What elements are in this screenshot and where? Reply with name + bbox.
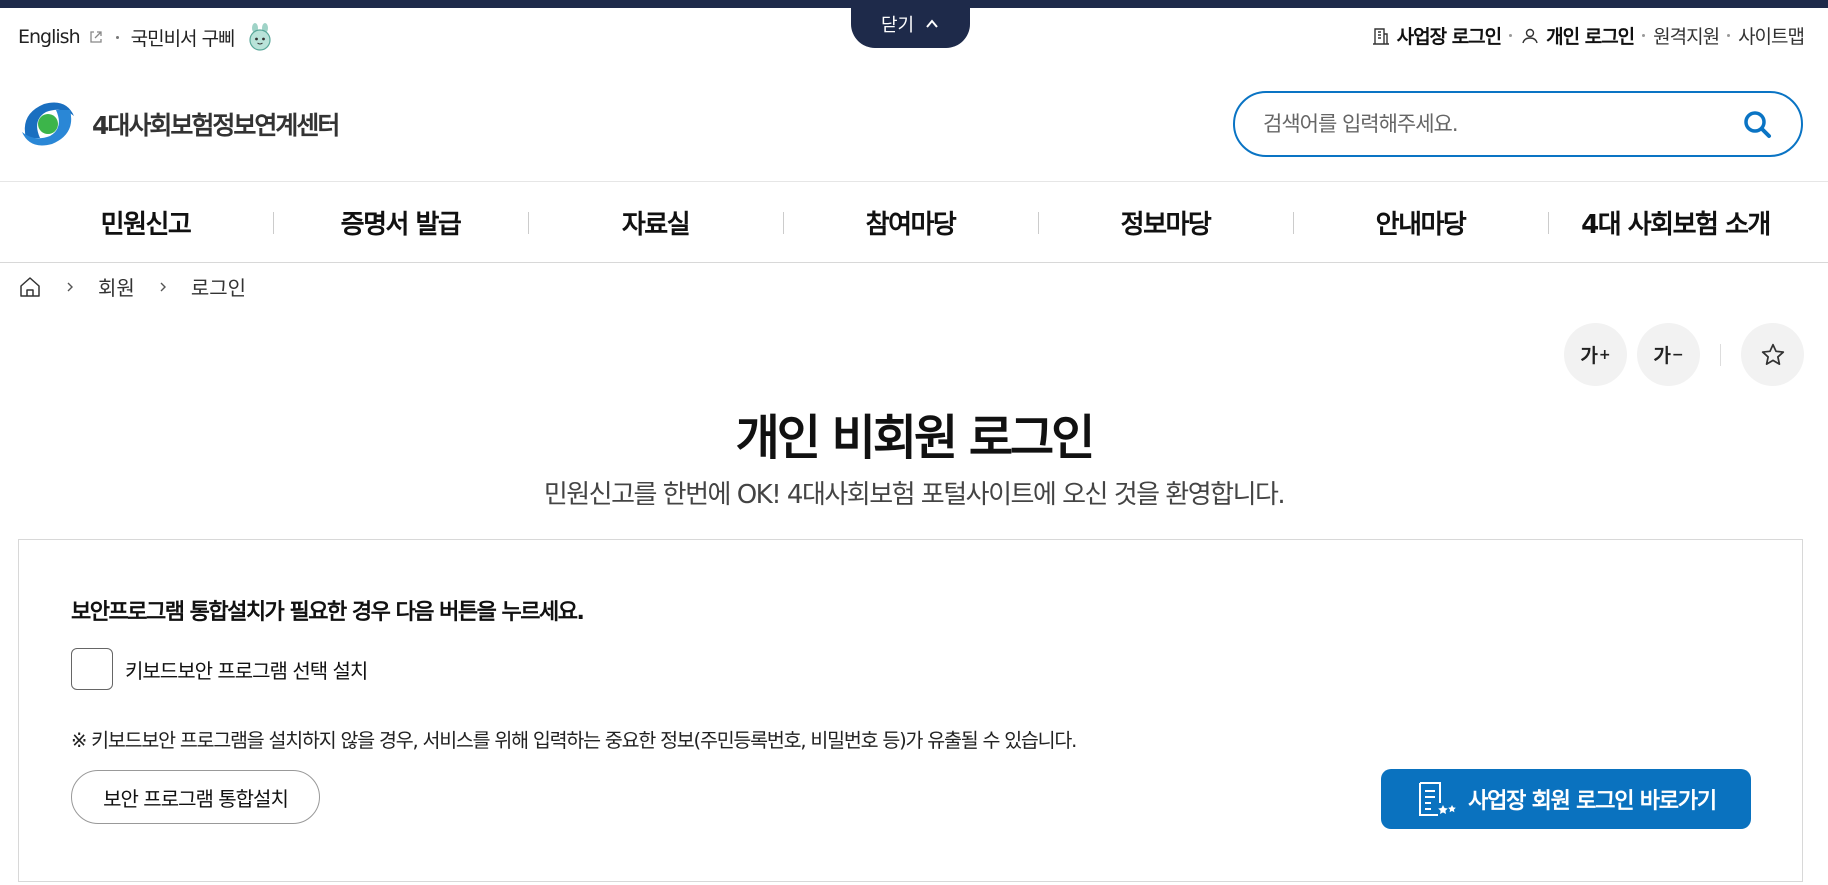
utility-right: 사업장 로그인 개인 로그인 원격지원 사이트맵 — [1371, 22, 1805, 49]
checkbox-label[interactable]: 키보드보안 프로그램 선택 설치 — [125, 655, 368, 684]
personal-login-link[interactable]: 개인 로그인 — [1546, 22, 1635, 49]
plus-icon: + — [1598, 346, 1611, 363]
divider-dot — [1509, 34, 1513, 37]
nav-item-guide[interactable]: 안내마당 — [1293, 182, 1548, 262]
utility-left: English 국민비서 구삐 — [18, 22, 275, 52]
site-logo[interactable]: 4대사회보험정보연계센터 — [18, 94, 340, 154]
nav-item-participation[interactable]: 참여마당 — [783, 182, 1038, 262]
external-link-icon — [89, 31, 102, 43]
page-tools: 가 + 가 − — [1564, 323, 1804, 386]
font-decrease-button[interactable]: 가 − — [1637, 323, 1700, 386]
nav-item-complaint[interactable]: 민원신고 — [18, 182, 273, 262]
divider-dot — [1642, 34, 1646, 37]
sitemap-link[interactable]: 사이트맵 — [1738, 22, 1805, 49]
divider-dot — [1727, 34, 1731, 37]
english-link[interactable]: English — [18, 26, 81, 48]
chevron-up-icon — [926, 19, 938, 28]
tool-divider — [1720, 343, 1721, 366]
security-notice: ※ 키보드보안 프로그램을 설치하지 않을 경우, 서비스를 위해 입력하는 중… — [71, 729, 1077, 752]
search-box — [1233, 91, 1803, 157]
page-subtitle: 민원신고를 한번에 OK! 4대사회보험 포털사이트에 오신 것을 환영합니다. — [543, 480, 1286, 510]
font-down-label: 가 — [1653, 345, 1671, 367]
main-nav: 민원신고 증명서 발급 자료실 참여마당 정보마당 안내마당 4대 사회보험 소… — [0, 181, 1828, 263]
home-icon[interactable] — [18, 275, 42, 299]
install-security-button[interactable]: 보안 프로그램 통합설치 — [71, 770, 320, 824]
breadcrumb-login[interactable]: 로그인 — [191, 272, 246, 301]
divider-dot — [115, 35, 119, 39]
building-icon — [1372, 27, 1389, 45]
biz-login-label: 사업장 회원 로그인 바로가기 — [1468, 789, 1717, 814]
page-title: 개인 비회원 로그인 — [735, 410, 1096, 466]
bookmark-button[interactable] — [1741, 323, 1804, 386]
star-icon — [1761, 343, 1784, 365]
logo-text: 4대사회보험정보연계센터 — [92, 111, 340, 140]
chevron-right-icon — [67, 282, 73, 291]
nav-item-about[interactable]: 4대 사회보험 소개 — [1548, 182, 1803, 262]
person-icon — [1522, 28, 1538, 43]
security-panel: 보안프로그램 통합설치가 필요한 경우 다음 버튼을 누르세요. 키보드보안 프… — [18, 539, 1803, 882]
document-icon — [1419, 782, 1456, 816]
keyboard-security-checkbox[interactable] — [71, 648, 113, 690]
nav-item-certificate[interactable]: 증명서 발급 — [273, 182, 528, 262]
close-utility-button[interactable]: 닫기 — [851, 0, 970, 48]
font-increase-button[interactable]: 가 + — [1564, 323, 1627, 386]
remote-support-link[interactable]: 원격지원 — [1653, 22, 1720, 49]
nav-item-archive[interactable]: 자료실 — [528, 182, 783, 262]
biz-login-link[interactable]: 사업장 로그인 — [1397, 22, 1502, 49]
nav-item-information[interactable]: 정보마당 — [1038, 182, 1293, 262]
breadcrumb: 회원 로그인 — [18, 272, 246, 301]
font-up-label: 가 — [1580, 345, 1598, 367]
search-input[interactable] — [1263, 112, 1741, 136]
chevron-right-icon — [160, 282, 166, 291]
mascot-icon[interactable] — [245, 22, 275, 52]
minus-icon: − — [1671, 346, 1684, 363]
search-icon[interactable] — [1741, 108, 1773, 140]
biz-member-login-button[interactable]: 사업장 회원 로그인 바로가기 — [1381, 769, 1751, 829]
secretary-link[interactable]: 국민비서 구삐 — [131, 24, 236, 51]
keyboard-security-option: 키보드보안 프로그램 선택 설치 — [71, 648, 368, 690]
panel-title: 보안프로그램 통합설치가 필요한 경우 다음 버튼을 누르세요. — [71, 600, 585, 625]
close-label: 닫기 — [880, 15, 915, 36]
breadcrumb-member[interactable]: 회원 — [98, 272, 135, 301]
logo-emblem-icon — [22, 102, 74, 146]
